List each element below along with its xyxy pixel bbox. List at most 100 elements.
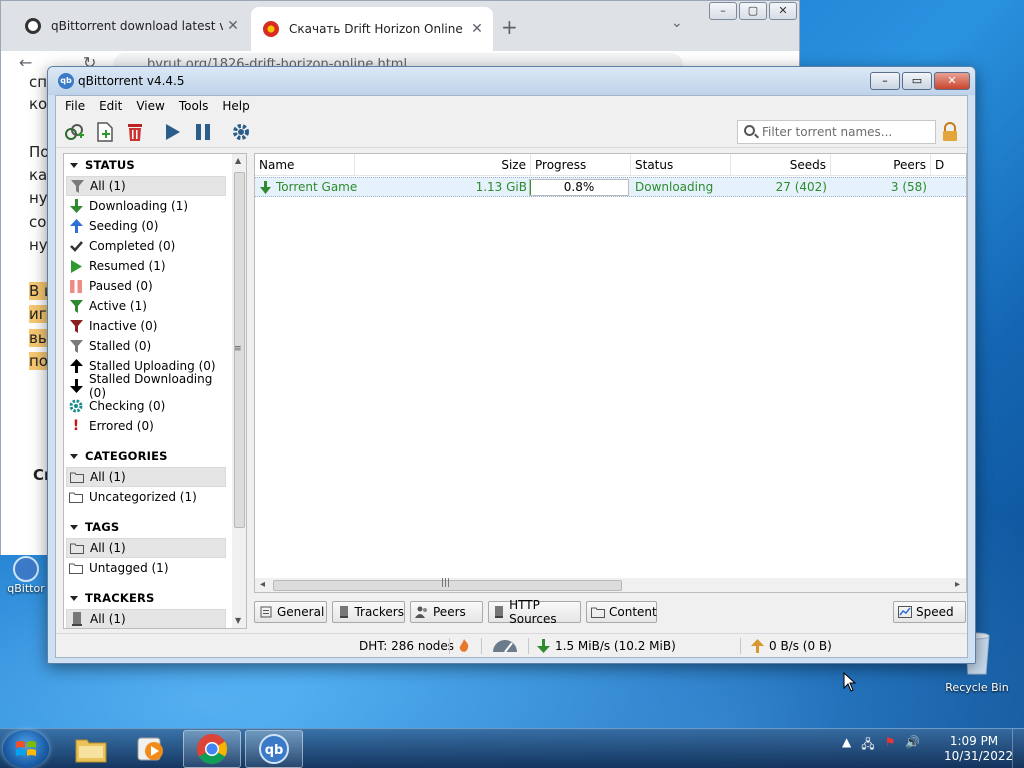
pause-icon[interactable] [192,121,214,143]
column-down-speed[interactable]: D [931,154,966,176]
tab-peers[interactable]: Peers [410,601,483,623]
tab-trackers[interactable]: Trackers [332,601,405,623]
close-icon[interactable]: ✕ [223,18,243,34]
tag-filter-all[interactable]: All (1) [66,538,226,558]
speed-button[interactable]: Speed [893,601,966,623]
show-desktop-button[interactable] [1012,729,1024,768]
taskbar-explorer[interactable] [62,730,120,768]
maximize-button[interactable]: ▭ [902,72,932,90]
status-filter-paused[interactable]: Paused (0) [66,276,226,296]
close-icon[interactable]: ✕ [769,2,797,20]
qbittorrent-icon [13,556,39,582]
document-icon [259,606,273,618]
torrent-progress-bar: 0.8% [529,179,629,196]
categories-section-header[interactable]: CATEGORIES [70,449,168,463]
torrent-list: Name Size Progress Status Seeds Peers D … [254,153,967,593]
taskbar-clock[interactable]: 1:09 PM 10/31/2022 [944,734,1013,764]
check-icon [68,238,84,254]
menu-view[interactable]: View [129,99,171,113]
status-filter-stalled-downloading[interactable]: Stalled Downloading (0) [66,372,226,400]
column-progress[interactable]: Progress [531,154,631,176]
close-button[interactable]: ✕ [934,72,970,90]
status-filter-checking[interactable]: Checking (0) [66,396,226,416]
add-torrent-file-icon[interactable] [94,121,116,143]
collapse-triangle-icon [70,595,78,601]
sidebar-scrollbar[interactable]: ▲ ≡ ▼ [232,154,246,628]
trackers-section-header[interactable]: TRACKERS [70,591,155,605]
connection-status-icon[interactable] [458,639,470,653]
title-bar[interactable]: qb qBittorrent v4.4.5 – ▭ ✕ [48,67,975,95]
tracker-filter-label: All (1) [90,612,126,626]
status-filter-completed[interactable]: Completed (0) [66,236,226,256]
status-filter-seeding[interactable]: Seeding (0) [66,216,226,236]
resume-play-icon[interactable] [161,121,183,143]
close-icon[interactable]: ✕ [467,21,487,37]
status-filter-active[interactable]: Active (1) [66,296,226,316]
upload-arrow-icon [751,639,764,653]
menu-help[interactable]: Help [215,99,256,113]
chrome-tab-drift-horizon[interactable]: Скачать Drift Horizon Online (no ✕ [251,7,493,51]
chevron-up-icon[interactable]: ▲ [842,735,851,756]
tab-label: Trackers [354,605,404,619]
speed-limit-gauge-icon[interactable] [492,639,518,653]
taskbar-media-player[interactable] [122,730,180,768]
menu-file[interactable]: File [58,99,92,113]
chrome-tab-qbittorrent[interactable]: qBittorrent download latest version ✕ [13,9,249,43]
dht-nodes: DHT: 286 nodes [359,639,455,653]
maximize-icon[interactable]: ▢ [739,2,767,20]
tab-content[interactable]: Content [586,601,657,623]
category-filter-all[interactable]: All (1) [66,467,226,487]
column-size[interactable]: Size [355,154,531,176]
torrent-row[interactable]: Torrent Game 1.13 GiB 0.8% Downloading 2… [255,177,966,197]
status-filter-stalled[interactable]: Stalled (0) [66,336,226,356]
qbittorrent-window[interactable]: qb qBittorrent v4.4.5 – ▭ ✕ File Edit Vi… [47,66,976,664]
column-seeds[interactable]: Seeds [731,154,831,176]
add-torrent-link-icon[interactable] [63,121,85,143]
status-filter-inactive[interactable]: Inactive (0) [66,316,226,336]
status-filter-resumed[interactable]: Resumed (1) [66,256,226,276]
taskbar: qb ▲ 🖧 ⚑ 🔊 1:09 PM 10/31/2022 [0,728,1024,768]
menu-edit[interactable]: Edit [92,99,129,113]
column-status[interactable]: Status [631,154,731,176]
volume-icon[interactable]: 🔊 [905,735,920,756]
filter-placeholder: Filter torrent names... [762,125,893,139]
network-icon[interactable]: 🖧 [861,735,874,756]
tracker-filter-all[interactable]: All (1) [66,609,226,628]
new-tab-plus-icon[interactable]: + [501,15,518,39]
scroll-down-arrow-icon[interactable]: ▼ [235,616,241,625]
start-button[interactable] [3,730,49,768]
desktop-icon-qbittorrent[interactable]: qBittor [6,556,46,595]
category-filter-uncategorized[interactable]: Uncategorized (1) [66,487,226,507]
chevron-down-icon[interactable]: ⌄ [671,15,683,31]
filter-torrent-input[interactable]: Filter torrent names... [737,120,936,144]
tag-filter-untagged[interactable]: Untagged (1) [66,558,226,578]
download-speed: 1.5 MiB/s (10.2 MiB) [555,639,676,653]
delete-trash-icon[interactable] [124,121,146,143]
column-peers[interactable]: Peers [831,154,931,176]
lock-icon[interactable] [941,122,959,142]
filter-icon [68,298,84,314]
minimize-icon[interactable]: – [709,2,737,20]
status-filter-downloading[interactable]: Downloading (1) [66,196,226,216]
torrent-seeds: 27 (402) [775,180,827,194]
chrome-icon [196,734,228,765]
status-filter-errored[interactable]: ! Errored (0) [66,416,226,436]
scroll-left-arrow-icon[interactable]: ◂ [260,579,265,590]
minimize-button[interactable]: – [870,72,900,90]
tab-general[interactable]: General [254,601,327,623]
column-name[interactable]: Name [255,154,355,176]
menu-tools[interactable]: Tools [172,99,216,113]
back-arrow-icon[interactable]: ← [19,53,32,72]
scroll-right-arrow-icon[interactable]: ▸ [955,579,960,590]
tab-http-sources[interactable]: HTTP Sources [488,598,581,626]
taskbar-qbittorrent[interactable]: qb [245,730,303,768]
horizontal-scrollbar[interactable]: ◂ ||| ▸ [255,578,966,592]
status-section-header[interactable]: STATUS [70,158,135,172]
separator [481,638,482,654]
action-center-flag-icon[interactable]: ⚑ [885,735,896,756]
options-gear-icon[interactable] [230,121,252,143]
status-filter-all[interactable]: All (1) [66,176,226,196]
tags-section-header[interactable]: TAGS [70,520,119,534]
scroll-up-arrow-icon[interactable]: ▲ [235,156,241,165]
taskbar-chrome[interactable] [183,730,241,768]
